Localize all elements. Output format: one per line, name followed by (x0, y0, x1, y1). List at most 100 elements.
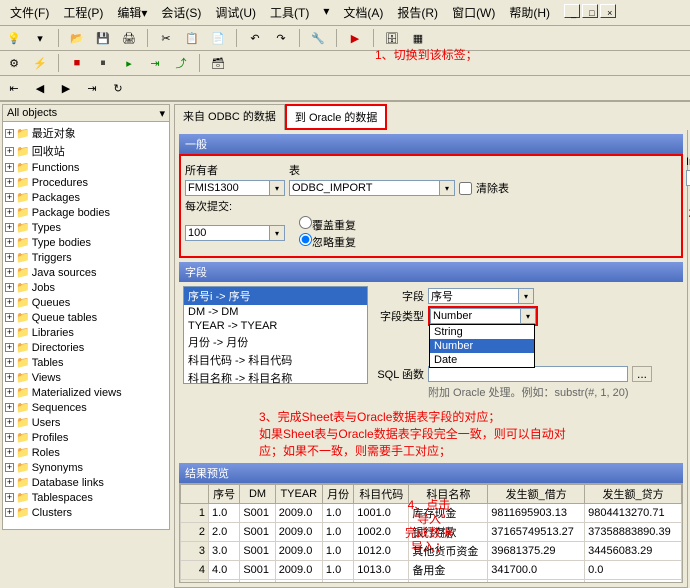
table-dropdown-button[interactable]: ▾ (439, 180, 455, 196)
tree-item[interactable]: +📁Queue tables (5, 310, 167, 325)
mapping-item[interactable]: DM -> DM (184, 305, 367, 319)
expand-icon[interactable]: + (5, 448, 14, 457)
dropdown-icon[interactable]: ▾ (30, 28, 50, 48)
cut-icon[interactable]: ✂ (156, 28, 176, 48)
expand-icon[interactable]: + (5, 463, 14, 472)
expand-icon[interactable]: + (5, 343, 14, 352)
nav-next-icon[interactable]: ▶ (56, 78, 76, 98)
opt-date[interactable]: Date (430, 353, 534, 367)
tree-item[interactable]: +📁Roles (5, 445, 167, 460)
tree-item[interactable]: +📁Type bodies (5, 235, 167, 250)
step-icon[interactable]: ▸ (119, 53, 139, 73)
tree-item[interactable]: +📁Java sources (5, 265, 167, 280)
tree-item[interactable]: +📁Users (5, 415, 167, 430)
mapping-item[interactable]: 科目名称 -> 科目名称 (184, 369, 367, 384)
tree-item[interactable]: +📁Packages (5, 190, 167, 205)
expand-icon[interactable]: + (5, 373, 14, 382)
menu-window[interactable]: 窗口(W) (446, 2, 501, 23)
ignore-radio[interactable] (299, 233, 312, 246)
expand-icon[interactable]: + (5, 163, 14, 172)
mapping-item[interactable]: TYEAR -> TYEAR (184, 319, 367, 333)
tree-item[interactable]: +📁Tablespaces (5, 490, 167, 505)
menu-edit[interactable]: 编辑▾ (111, 2, 153, 23)
col-header[interactable]: 科目名称 (409, 485, 488, 504)
col-header[interactable]: 发生额_贷方 (585, 485, 682, 504)
table-row[interactable]: 11.0S0012009.01.01001.0库存现金9811695903.13… (181, 504, 682, 523)
menu-project[interactable]: 工程(P) (57, 2, 109, 23)
mapping-item[interactable]: 月份 -> 月份 (184, 333, 367, 351)
nav-last-icon[interactable]: ⇥ (82, 78, 102, 98)
expand-icon[interactable]: + (5, 283, 14, 292)
menu-session[interactable]: 会话(S) (155, 2, 207, 23)
expand-icon[interactable]: + (5, 208, 14, 217)
expand-icon[interactable]: + (5, 478, 14, 487)
expand-icon[interactable]: + (5, 298, 14, 307)
menu-help[interactable]: 帮助(H) (503, 2, 556, 23)
stop-icon[interactable]: ■ (67, 53, 87, 73)
expand-icon[interactable]: + (5, 508, 14, 517)
expand-icon[interactable]: + (5, 313, 14, 322)
tool-icon[interactable]: 🔧 (308, 28, 328, 48)
fieldtype-dropdown-list[interactable]: String Number Date (429, 324, 535, 368)
tree-item[interactable]: +📁Types (5, 220, 167, 235)
step2-icon[interactable]: ⇥ (145, 53, 165, 73)
menu-debug[interactable]: 调试(U) (209, 2, 262, 23)
sqlfunc-browse-button[interactable]: ... (632, 366, 652, 382)
restore-button[interactable]: □ (582, 4, 598, 18)
table-row[interactable]: 55.0S0012009.01.01121.0应收票据4523680.07784… (181, 580, 682, 584)
field-input[interactable] (428, 288, 518, 304)
db-icon[interactable]: 🗄 (382, 28, 402, 48)
expand-icon[interactable]: + (5, 253, 14, 262)
tree-item[interactable]: +📁Clusters (5, 505, 167, 520)
menu-file[interactable]: 文件(F) (4, 2, 55, 23)
expand-icon[interactable]: + (5, 493, 14, 502)
preview-table[interactable]: 序号DMTYEAR月份科目代码科目名称发生额_借方发生额_贷方11.0S0012… (179, 483, 683, 583)
commit-dropdown-button[interactable]: ▾ (269, 225, 285, 241)
tree-item[interactable]: +📁Materialized views (5, 385, 167, 400)
table-input[interactable] (289, 180, 439, 196)
tree-item[interactable]: +📁Sequences (5, 400, 167, 415)
lightbulb-icon[interactable]: 💡 (4, 28, 24, 48)
owner-input[interactable] (185, 180, 269, 196)
expand-icon[interactable]: + (5, 129, 14, 138)
run-icon[interactable]: ▶ (345, 28, 365, 48)
minimize-button[interactable]: _ (564, 4, 580, 18)
expand-icon[interactable]: + (5, 147, 14, 156)
field-dropdown-button[interactable]: ▾ (518, 288, 534, 304)
tree-item[interactable]: +📁Queues (5, 295, 167, 310)
tree-item[interactable]: +📁Package bodies (5, 205, 167, 220)
table-row[interactable]: 22.0S0012009.01.01002.0银行存款37165749513.2… (181, 523, 682, 542)
col-header[interactable]: 科目代码 (354, 485, 409, 504)
print-icon[interactable]: 🖨 (119, 28, 139, 48)
expand-icon[interactable]: + (5, 223, 14, 232)
copy-icon[interactable]: 📋 (182, 28, 202, 48)
gear-icon[interactable]: ⚙ (4, 53, 24, 73)
commit-input[interactable] (185, 225, 269, 241)
close-button[interactable]: × (600, 4, 616, 18)
nav-prev-icon[interactable]: ◀ (30, 78, 50, 98)
tree-item[interactable]: +📁Database links (5, 475, 167, 490)
nav-first-icon[interactable]: ⇤ (4, 78, 24, 98)
clear-table-checkbox[interactable] (459, 182, 472, 195)
expand-icon[interactable]: + (5, 178, 14, 187)
sqlfunc-input[interactable] (428, 366, 628, 382)
undo-icon[interactable]: ↶ (245, 28, 265, 48)
opt-number[interactable]: Number (430, 339, 534, 353)
tree-item[interactable]: +📁回收站 (5, 142, 167, 160)
menu-docs[interactable]: 文档(A) (337, 2, 389, 23)
col-header[interactable]: TYEAR (275, 485, 322, 504)
bolt-icon[interactable]: ⚡ (30, 53, 50, 73)
tab-from-odbc[interactable]: 来自 ODBC 的数据 (174, 104, 285, 130)
col-header[interactable]: DM (240, 485, 275, 504)
tree-item[interactable]: +📁Triggers (5, 250, 167, 265)
expand-icon[interactable]: + (5, 358, 14, 367)
expand-icon[interactable]: + (5, 238, 14, 247)
tree-item[interactable]: +📁Synonyms (5, 460, 167, 475)
refresh-icon[interactable]: ↻ (108, 78, 128, 98)
expand-icon[interactable]: + (5, 403, 14, 412)
tree-item[interactable]: +📁Functions (5, 160, 167, 175)
paste-icon[interactable]: 📄 (208, 28, 228, 48)
opt-string[interactable]: String (430, 325, 534, 339)
expand-icon[interactable]: + (5, 193, 14, 202)
tab-to-oracle[interactable]: 到 Oracle 的数据 (285, 104, 388, 130)
